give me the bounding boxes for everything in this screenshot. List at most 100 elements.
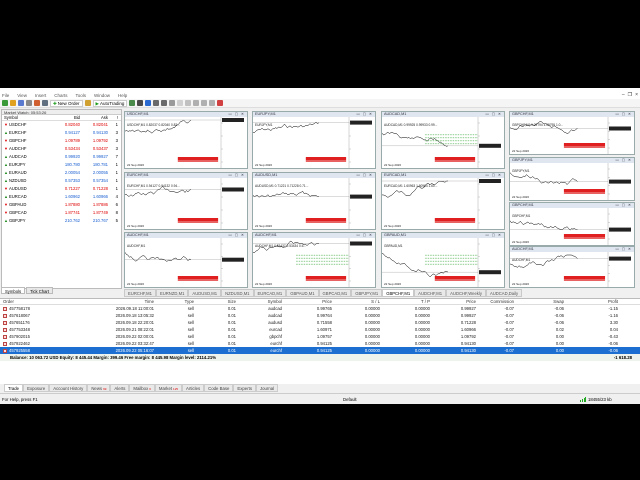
line-chart-icon[interactable] [145,100,152,106]
market-watch-row[interactable]: ▲ EURJPY 180.780 180.781 1 [2,161,121,169]
chart-tab[interactable]: NZDUSD,M1 [221,289,254,297]
autotrading-button[interactable]: ▶ AutoTrading [92,99,128,107]
chart-tab[interactable]: GBPCAD,M1 [318,289,352,297]
market-watch-row[interactable]: ▼ USDCHF 0.82040 0.82041 1 [2,121,121,129]
metaeditor-icon[interactable] [84,100,91,106]
chart-window[interactable]: GBPAUD,M1 ▭ ▢ ✕ GBPAUD,M1 22 Sep 2026 [381,232,505,288]
menu-window[interactable]: Window [94,93,110,98]
order-row[interactable]: 457925558 2026.09.22 05:16:07 sell 0.01 eurc… [0,347,640,354]
menu-insert[interactable]: Insert [35,93,46,98]
col-time[interactable]: Time [58,299,154,304]
chart-body[interactable]: GBPCHF,M1 1.09794 1.09795 1.0... 22 Sep 2… [510,117,634,154]
chart-body[interactable]: EURJPY,M1 22 Sep 2026 [253,117,375,168]
chart-tab[interactable]: AUDUSD,M1 [188,289,222,297]
col-open-price[interactable]: Price [282,299,332,304]
chart-window[interactable]: EURJPY,M1 ▭ ▢ ✕ EURJPY,M1 22 Sep 2026 [252,111,376,169]
chart-body[interactable]: GBPJPY,M1 22 Sep 2026 [510,163,634,200]
chart-body[interactable]: AUDCHF,M1 22 Sep 2026 [510,252,634,287]
chart-tab[interactable]: EURCAD,M1 [253,289,287,297]
market-watch-row[interactable]: ▲ EURCAD 1.60962 1.60966 4 [2,193,121,201]
market-watch-icon[interactable] [18,100,24,106]
market-watch-row[interactable]: ▼ GBPAUD 1.87880 1.87886 6 [2,201,121,209]
market-watch-row[interactable]: ▼ AUDUSD 0.71227 0.71228 1 [2,185,121,193]
order-row[interactable]: 457651176 2026.09.18 22:20:01 sell 0.01 audu… [0,319,640,326]
col-profit[interactable]: Profit [564,299,626,304]
new-chart-icon[interactable] [2,100,8,106]
restore-icon[interactable]: ❐ [628,92,632,98]
new-order-button[interactable]: ✚ New Order [50,99,83,107]
chart-tab[interactable]: GBPAUD,M1 [286,289,319,297]
market-watch-row[interactable]: ▼ AUDCHF 0.53434 0.53437 3 [2,145,121,153]
col-current-price[interactable]: Price [430,299,476,304]
col-order[interactable]: Order [0,299,58,304]
profiles-icon[interactable] [10,100,16,106]
terminal-tab[interactable]: Trade [4,384,24,392]
chart-tab[interactable]: GBPCHF,M1 [382,289,415,297]
chart-body[interactable]: GBPCHF,M1 22 Sep 2026 [510,208,634,245]
chart-tab[interactable]: AUDCHF,M1 [414,289,447,297]
chart-window[interactable]: GBPJPY,M1 ▭ ▢ ✕ GBPJPY,M1 22 Sep 2026 [509,157,635,201]
col-type[interactable]: Type [154,299,194,304]
chart-window[interactable]: EURCAD,M1 ▭ ▢ ✕ EURCAD,M1 1.60963 1.60964 … [381,172,505,230]
order-row[interactable]: 457618067 2026.09.18 13:05:32 sell 0.01 audc… [0,312,640,319]
col-bid[interactable]: Bid [58,115,80,120]
chart-window[interactable]: AUDCAD,M1 ▭ ▢ ✕ AUDCAD,M1 0.99925 0.99933 … [381,111,505,169]
chart-body[interactable]: AUDUSD,M1 0.71221 0.71228 0.71... 22 Sep … [253,178,375,229]
horizontal-line-icon[interactable] [201,100,208,106]
market-watch-row[interactable]: ▲ EURCHF 0.94127 0.94130 3 [2,129,121,137]
tile-windows-icon[interactable] [169,100,176,106]
tab-symbols[interactable]: Symbols [1,287,26,294]
col-size[interactable]: Size [194,299,236,304]
col-swap[interactable]: Swap [514,299,564,304]
terminal-tab[interactable]: Articles [182,384,205,392]
candlestick-icon[interactable] [137,100,144,106]
market-watch-row[interactable]: ▲ NZDUSD 0.57353 0.57354 1 [2,177,121,185]
menu-view[interactable]: View [17,93,27,98]
chart-window[interactable]: AUDCHF,M1 ▭ ▢ ✕ AUDCHF,M1 0.53437 0.53434 … [252,232,376,288]
menu-tools[interactable]: Tools [75,93,86,98]
chart-body[interactable]: USDCHF,M1 0.82037 0.82040 0.82... 22 Sep … [125,117,247,168]
strategy-tester-icon[interactable] [42,100,48,106]
market-watch-row[interactable]: ▼ GBPCAD 1.87741 1.87749 8 [2,209,121,217]
terminal-tab[interactable]: Exposure [23,384,50,392]
terminal-icon[interactable] [34,100,40,106]
terminal-tab[interactable]: Code Base [204,384,234,392]
col-commission[interactable]: Commission [476,299,514,304]
col-take-profit[interactable]: T / P [380,299,430,304]
crosshair-icon[interactable] [185,100,192,106]
col-symbol[interactable]: Symbol [2,115,58,120]
tab-tick-chart[interactable]: Tick Chart [26,287,53,294]
terminal-tab[interactable]: Alerts [110,384,130,392]
chart-body[interactable]: EURCHF,M1 0.94127 0.94132 0.94... 22 Sep … [125,178,247,229]
terminal-tab[interactable]: News 99 [87,384,111,392]
menu-help[interactable]: Help [118,93,127,98]
navigator-icon[interactable] [26,100,32,106]
terminal-tab[interactable]: Experts [233,384,256,392]
chart-window[interactable]: USDCHF,M1 ▭ ▢ ✕ USDCHF,M1 0.82037 0.82040 … [124,111,248,169]
chart-tab[interactable]: EURNZD,M1 [155,289,189,297]
chart-body[interactable]: GBPAUD,M1 22 Sep 2026 [382,238,504,287]
col-symbol[interactable]: Symbol [236,299,282,304]
terminal-tab[interactable]: Account History [49,384,88,392]
bar-chart-icon[interactable] [129,100,136,106]
zoom-out-icon[interactable] [161,100,168,106]
minimize-icon[interactable]: – [622,92,625,98]
cursor-icon[interactable] [177,100,184,106]
chart-tab[interactable]: AUDCAD,Daily [485,289,523,297]
chart-window[interactable]: EURCHF,M1 ▭ ▢ ✕ EURCHF,M1 0.94127 0.94132 … [124,172,248,230]
market-watch-row[interactable]: ▲ EURAUD 2.00054 2.00055 1 [2,169,121,177]
col-stop-loss[interactable]: S / L [332,299,380,304]
chart-body[interactable]: AUDCHF,M1 0.53437 0.53434 0.5... 22 Sep 2… [253,238,375,287]
menu-file[interactable]: File [2,93,9,98]
close-icon[interactable]: × [635,92,638,98]
market-watch-row[interactable]: ▲ GBPJPY 210.762 210.767 5 [2,217,121,225]
terminal-tab[interactable]: Mailbox 6 [129,384,155,392]
text-label-icon[interactable] [217,100,224,106]
chart-window[interactable]: AUDCHF,M1 ▭ ▢ ✕ AUDCHF,M1 22 Sep 2026 [124,232,248,288]
chart-body[interactable]: EURCAD,M1 1.60963 1.60964 1.60... 22 Sep … [382,178,504,229]
vertical-line-icon[interactable] [193,100,200,106]
terminal-tab[interactable]: Market 125 [154,384,183,392]
order-row[interactable]: 457753348 2026.09.21 08:22:01 sell 0.01 eurc… [0,326,640,333]
market-watch-row[interactable]: ▼ GBPCHF 1.09789 1.09792 3 [2,137,121,145]
chart-body[interactable]: AUDCHF,M1 22 Sep 2026 [125,238,247,287]
